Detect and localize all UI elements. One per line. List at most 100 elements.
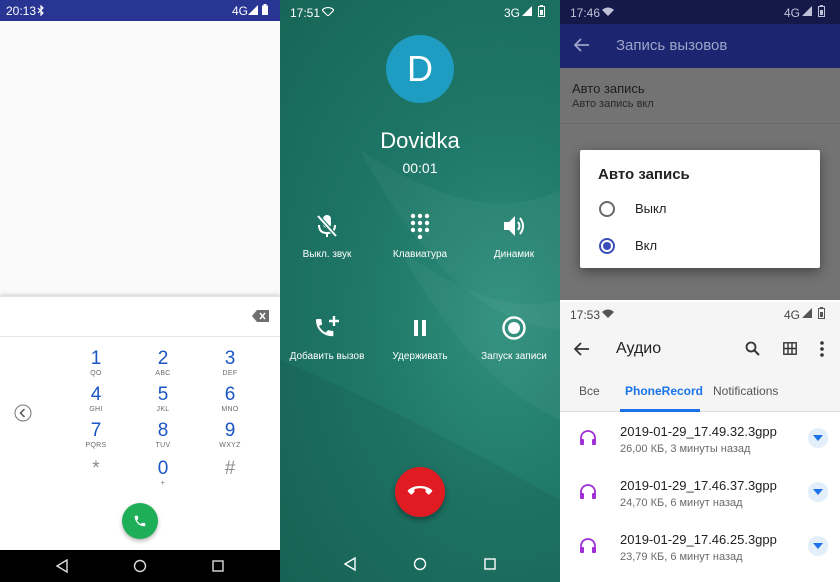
dialpad-key[interactable]: #	[200, 459, 260, 479]
back-nav-icon[interactable]	[56, 559, 68, 573]
speaker-icon	[504, 216, 524, 236]
number-field[interactable]	[0, 297, 280, 337]
key-letters: WXYZ	[219, 442, 241, 449]
chevron-down-icon	[813, 435, 823, 441]
file-row[interactable]: 2019-01-29_17.46.37.3gpp 24,70 КБ, 6 мину…	[560, 470, 840, 524]
battery-icon	[262, 4, 268, 15]
dialpad-key[interactable]: *	[66, 459, 126, 479]
app-bar: Запись вызовов	[560, 24, 840, 68]
key-digit: 8	[157, 420, 169, 441]
avatar-letter: D	[407, 48, 433, 89]
tab-phonerecord[interactable]: PhoneRecord	[625, 384, 703, 398]
option-off[interactable]: Выкл	[580, 192, 820, 226]
battery-icon	[538, 5, 545, 17]
status-bar: 17:46 4G	[560, 0, 840, 24]
file-meta: 26,00 КБ, 3 минуты назад	[620, 443, 751, 455]
signal-icon	[522, 6, 532, 16]
file-meta: 24,70 КБ, 6 минут назад	[620, 497, 743, 509]
dialer-background	[0, 21, 280, 297]
record-icon	[502, 316, 526, 340]
file-name: 2019-01-29_17.46.25.3gpp	[620, 532, 777, 547]
chevron-down-icon	[813, 489, 823, 495]
radio-off[interactable]	[599, 201, 615, 217]
dialpad-key[interactable]: 8 TUV	[133, 421, 193, 450]
dialog-title: Авто запись	[598, 166, 690, 183]
contact-avatar: D	[386, 35, 454, 103]
key-digit: 4	[90, 384, 102, 405]
key-digit: 6	[224, 384, 236, 405]
recents-nav-icon[interactable]	[212, 560, 224, 572]
key-digit: 2	[157, 348, 169, 369]
dialpad-key[interactable]: 3 DEF	[200, 349, 260, 378]
key-letters: ABC	[155, 370, 171, 377]
status-time: 20:13	[6, 4, 37, 18]
nav-bar	[0, 550, 280, 582]
headphones-icon	[580, 538, 596, 553]
tab-all[interactable]: Все	[579, 384, 600, 398]
call-recording-settings: 17:46 4G Запись вызовов Авто запись Авто…	[560, 0, 840, 300]
tab-bar: Все PhoneRecord Notifications	[560, 372, 840, 412]
contact-name: Dovidka	[380, 128, 460, 153]
dialpad-key[interactable]: 4 GHI	[66, 385, 126, 414]
backspace-icon[interactable]	[252, 310, 269, 322]
expand-button[interactable]	[808, 536, 828, 556]
hold-button[interactable]: Удерживать	[372, 315, 468, 362]
headphones-icon	[580, 484, 596, 499]
add-call-icon	[316, 316, 339, 337]
keypad-label: Клавиатура	[392, 249, 448, 260]
dialpad-key[interactable]: 1 QO	[66, 349, 126, 378]
home-nav-icon[interactable]	[413, 557, 427, 571]
signal-icon	[802, 6, 812, 16]
key-letters: QO	[90, 370, 102, 377]
expand-button[interactable]	[808, 428, 828, 448]
dialpad-key[interactable]: 0 +	[133, 459, 193, 488]
auto-record-preference[interactable]: Авто запись Авто запись вкл	[560, 68, 840, 124]
end-call-button[interactable]	[395, 467, 445, 517]
option-off-label: Выкл	[635, 201, 667, 216]
back-nav-icon[interactable]	[344, 557, 356, 571]
option-on-label: Вкл	[635, 238, 658, 253]
key-digit: 1	[90, 348, 102, 369]
file-row[interactable]: 2019-01-29_17.46.25.3gpp 23,79 КБ, 6 мину…	[560, 524, 840, 578]
speaker-button[interactable]: Динамик	[466, 213, 560, 260]
back-arrow-icon[interactable]	[574, 38, 590, 52]
wifi-icon	[602, 309, 614, 318]
search-icon[interactable]	[745, 341, 760, 356]
status-time: 17:53	[570, 308, 601, 322]
file-row[interactable]: 2019-01-29_17.49.32.3gpp 26,00 КБ, 3 мину…	[560, 416, 840, 470]
dialpad-key[interactable]: 7 PQRS	[66, 421, 126, 450]
dialpad-key[interactable]: 6 MNO	[200, 385, 260, 414]
dialpad-key[interactable]: 5 JKL	[133, 385, 193, 414]
wifi-icon	[322, 7, 334, 16]
key-digit: 3	[224, 348, 236, 369]
network-type: 4G	[784, 6, 801, 20]
network-type: 4G	[232, 4, 249, 18]
audio-files-screen: 17:53 4G Аудио Все PhoneRecord Notificat…	[560, 302, 840, 582]
record-button[interactable]: Запуск записи	[466, 315, 560, 362]
option-on[interactable]: Вкл	[580, 229, 820, 263]
dialpad-key[interactable]: 2 ABC	[133, 349, 193, 378]
radio-on[interactable]	[599, 238, 615, 254]
headphones-icon	[580, 430, 596, 445]
pause-icon	[414, 320, 426, 336]
expand-button[interactable]	[808, 482, 828, 502]
page-title: Запись вызовов	[616, 37, 728, 54]
record-label: Запуск записи	[481, 351, 547, 362]
signal-icon	[248, 5, 258, 15]
battery-icon	[818, 5, 825, 17]
keypad-button[interactable]: Клавиатура	[372, 213, 468, 260]
home-nav-icon[interactable]	[133, 559, 147, 573]
tab-notifications[interactable]: Notifications	[713, 384, 778, 398]
chevron-left-icon[interactable]	[14, 404, 32, 422]
call-button[interactable]	[122, 503, 158, 539]
hold-label: Удерживать	[392, 351, 448, 362]
back-arrow-icon[interactable]	[574, 342, 590, 356]
mute-button[interactable]: Выкл. звук	[280, 213, 375, 260]
recents-nav-icon[interactable]	[484, 558, 496, 570]
add-call-button[interactable]: Добавить вызов	[280, 315, 375, 362]
key-digit: 0	[157, 458, 169, 479]
dialpad-key[interactable]: 9 WXYZ	[200, 421, 260, 450]
key-letters: MNO	[221, 406, 239, 413]
more-vert-icon[interactable]	[820, 341, 824, 357]
grid-view-icon[interactable]	[783, 342, 797, 355]
